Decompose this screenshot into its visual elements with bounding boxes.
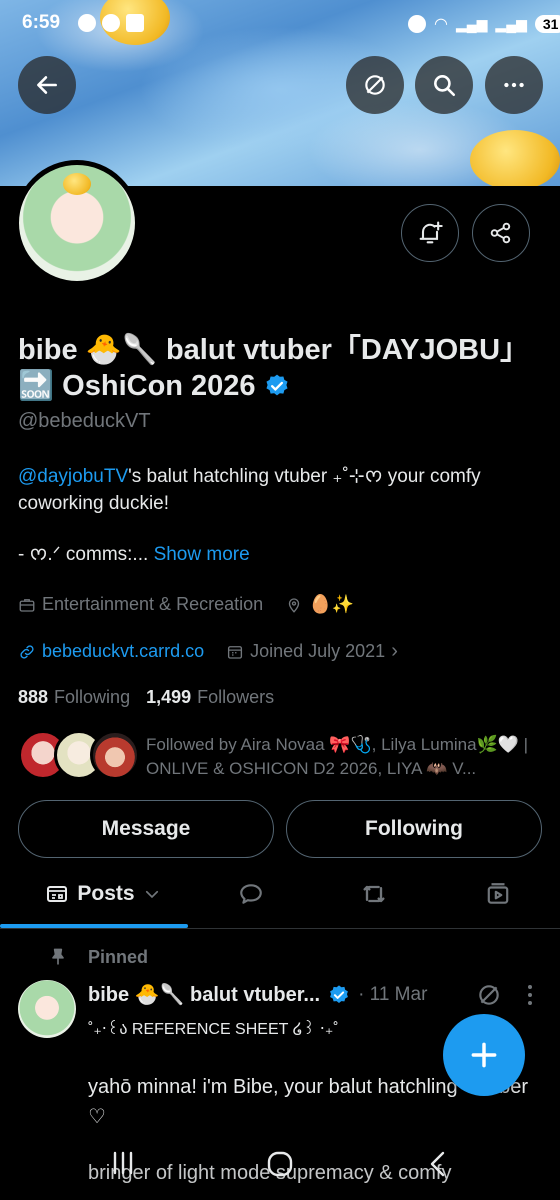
battery-indicator: 31 [534, 15, 560, 33]
message-button[interactable]: Message [18, 800, 274, 858]
location-label: 🥚✨ [309, 594, 354, 614]
follower-avatar-3 [90, 730, 140, 780]
more-dots-icon [504, 82, 524, 88]
status-app-icons [78, 14, 144, 32]
notifications-button[interactable] [401, 204, 459, 262]
profile-avatar[interactable] [14, 160, 140, 286]
posts-icon [47, 886, 68, 902]
follow-counts: 888 Following 1,499 Followers [18, 687, 274, 708]
search-icon [434, 75, 456, 97]
media-icon [487, 883, 509, 904]
tab-reposts[interactable] [349, 874, 399, 914]
app-icon [102, 14, 120, 32]
followers-count[interactable]: 1,499 [146, 687, 191, 708]
followers-label[interactable]: Followers [197, 687, 274, 708]
tab-posts-label: Posts [77, 882, 135, 905]
repost-icon [363, 885, 385, 903]
following-label[interactable]: Following [54, 687, 130, 708]
profile-meta-row2: bebeduckvt.carrd.co Joined July 2021 › [18, 640, 398, 663]
post-author-name[interactable]: bibe 🐣🥄 balut vtuber... [88, 982, 320, 1007]
avatar-duck [63, 173, 91, 195]
plus-icon [471, 1042, 497, 1068]
system-nav-bar [0, 1140, 560, 1200]
tab-posts[interactable]: Posts [18, 872, 188, 916]
banner-duck-right [470, 130, 560, 186]
joined-date: Joined July 2021 [250, 641, 386, 661]
post-grok-icon[interactable] [476, 982, 502, 1008]
followed-by-text[interactable]: Followed by Aira Novaa 🎀🩺, Lilya Lumina🌿… [146, 733, 542, 781]
following-count[interactable]: 888 [18, 687, 48, 708]
bell-plus-icon [419, 221, 443, 244]
messenger-icon [78, 14, 96, 32]
search-button[interactable] [415, 56, 473, 114]
website-link[interactable]: bebeduckvt.carrd.co [42, 641, 204, 662]
pin-icon [52, 948, 64, 965]
post-text-line1: ˚₊‧꒰ა REFERENCE SHEET ໒꒱ ‧₊˚ [88, 1021, 339, 1038]
status-system-icons: ◠ ▂▄▆ ▂▄▆ 31 [408, 14, 560, 34]
wifi-icon: ◠ [434, 16, 448, 33]
post-author-avatar[interactable] [18, 980, 76, 1038]
followed-by-avatars[interactable] [18, 730, 140, 782]
bio-comms-text: - ᰔ.ᐟ comms:... [18, 544, 149, 565]
recents-icon[interactable] [108, 1150, 138, 1176]
location-pin-icon [288, 597, 300, 613]
compose-button[interactable] [443, 1014, 525, 1096]
bio-mention-link[interactable]: @dayjobuTV [18, 466, 128, 487]
bio-line2: - ᰔ.ᐟ comms:... Show more [18, 541, 250, 568]
briefcase-icon [19, 598, 35, 612]
post-verified-badge-icon [330, 984, 348, 1003]
twitch-icon [126, 14, 144, 32]
post-date[interactable]: · 11 Mar [358, 984, 427, 1006]
signal-icon-2: ▂▄▆ [495, 15, 527, 32]
status-time: 6:59 [22, 12, 61, 33]
more-options-button[interactable] [485, 56, 543, 114]
share-button[interactable] [472, 204, 530, 262]
following-button[interactable]: Following [286, 800, 542, 858]
post-header: bibe 🐣🥄 balut vtuber... · 11 Mar [88, 982, 427, 1007]
post-more-icon[interactable] [524, 982, 536, 1008]
verified-badge-icon [266, 374, 288, 396]
show-more-link[interactable]: Show more [154, 544, 250, 565]
share-icon [490, 222, 511, 244]
tabs-divider [0, 928, 560, 929]
signal-icon: ▂▄▆ [455, 15, 488, 32]
calendar-icon [228, 645, 243, 659]
back-arrow-icon [37, 76, 57, 94]
reply-bubble-icon [240, 884, 262, 904]
profile-meta-row1: Entertainment & Recreation 🥚✨ [18, 594, 354, 615]
dnd-icon [408, 15, 426, 33]
grok-button[interactable] [346, 56, 404, 114]
category-label: Entertainment & Recreation [42, 594, 264, 614]
chevron-down-icon [145, 890, 158, 899]
tab-replies[interactable] [226, 874, 276, 914]
pinned-label: Pinned [88, 947, 149, 967]
back-nav-icon[interactable] [426, 1150, 450, 1178]
bio: @dayjobuTV's balut hatchling vtuber ₊˚⊹ᰔ… [18, 463, 542, 517]
tab-media[interactable] [473, 874, 523, 914]
display-name-line2: 🔜 OshiCon 2026 [18, 368, 290, 404]
home-icon[interactable] [266, 1150, 294, 1178]
chevron-right-icon[interactable]: › [391, 640, 398, 663]
link-icon [20, 644, 34, 659]
handle: @bebeduckVT [18, 410, 151, 432]
back-button[interactable] [18, 56, 76, 114]
display-name-line1: bibe 🐣🥄 balut vtuber「DAYJOBU」 [18, 334, 530, 366]
display-name-line2-text: 🔜 OshiCon 2026 [18, 370, 256, 402]
grok-icon [365, 75, 385, 95]
